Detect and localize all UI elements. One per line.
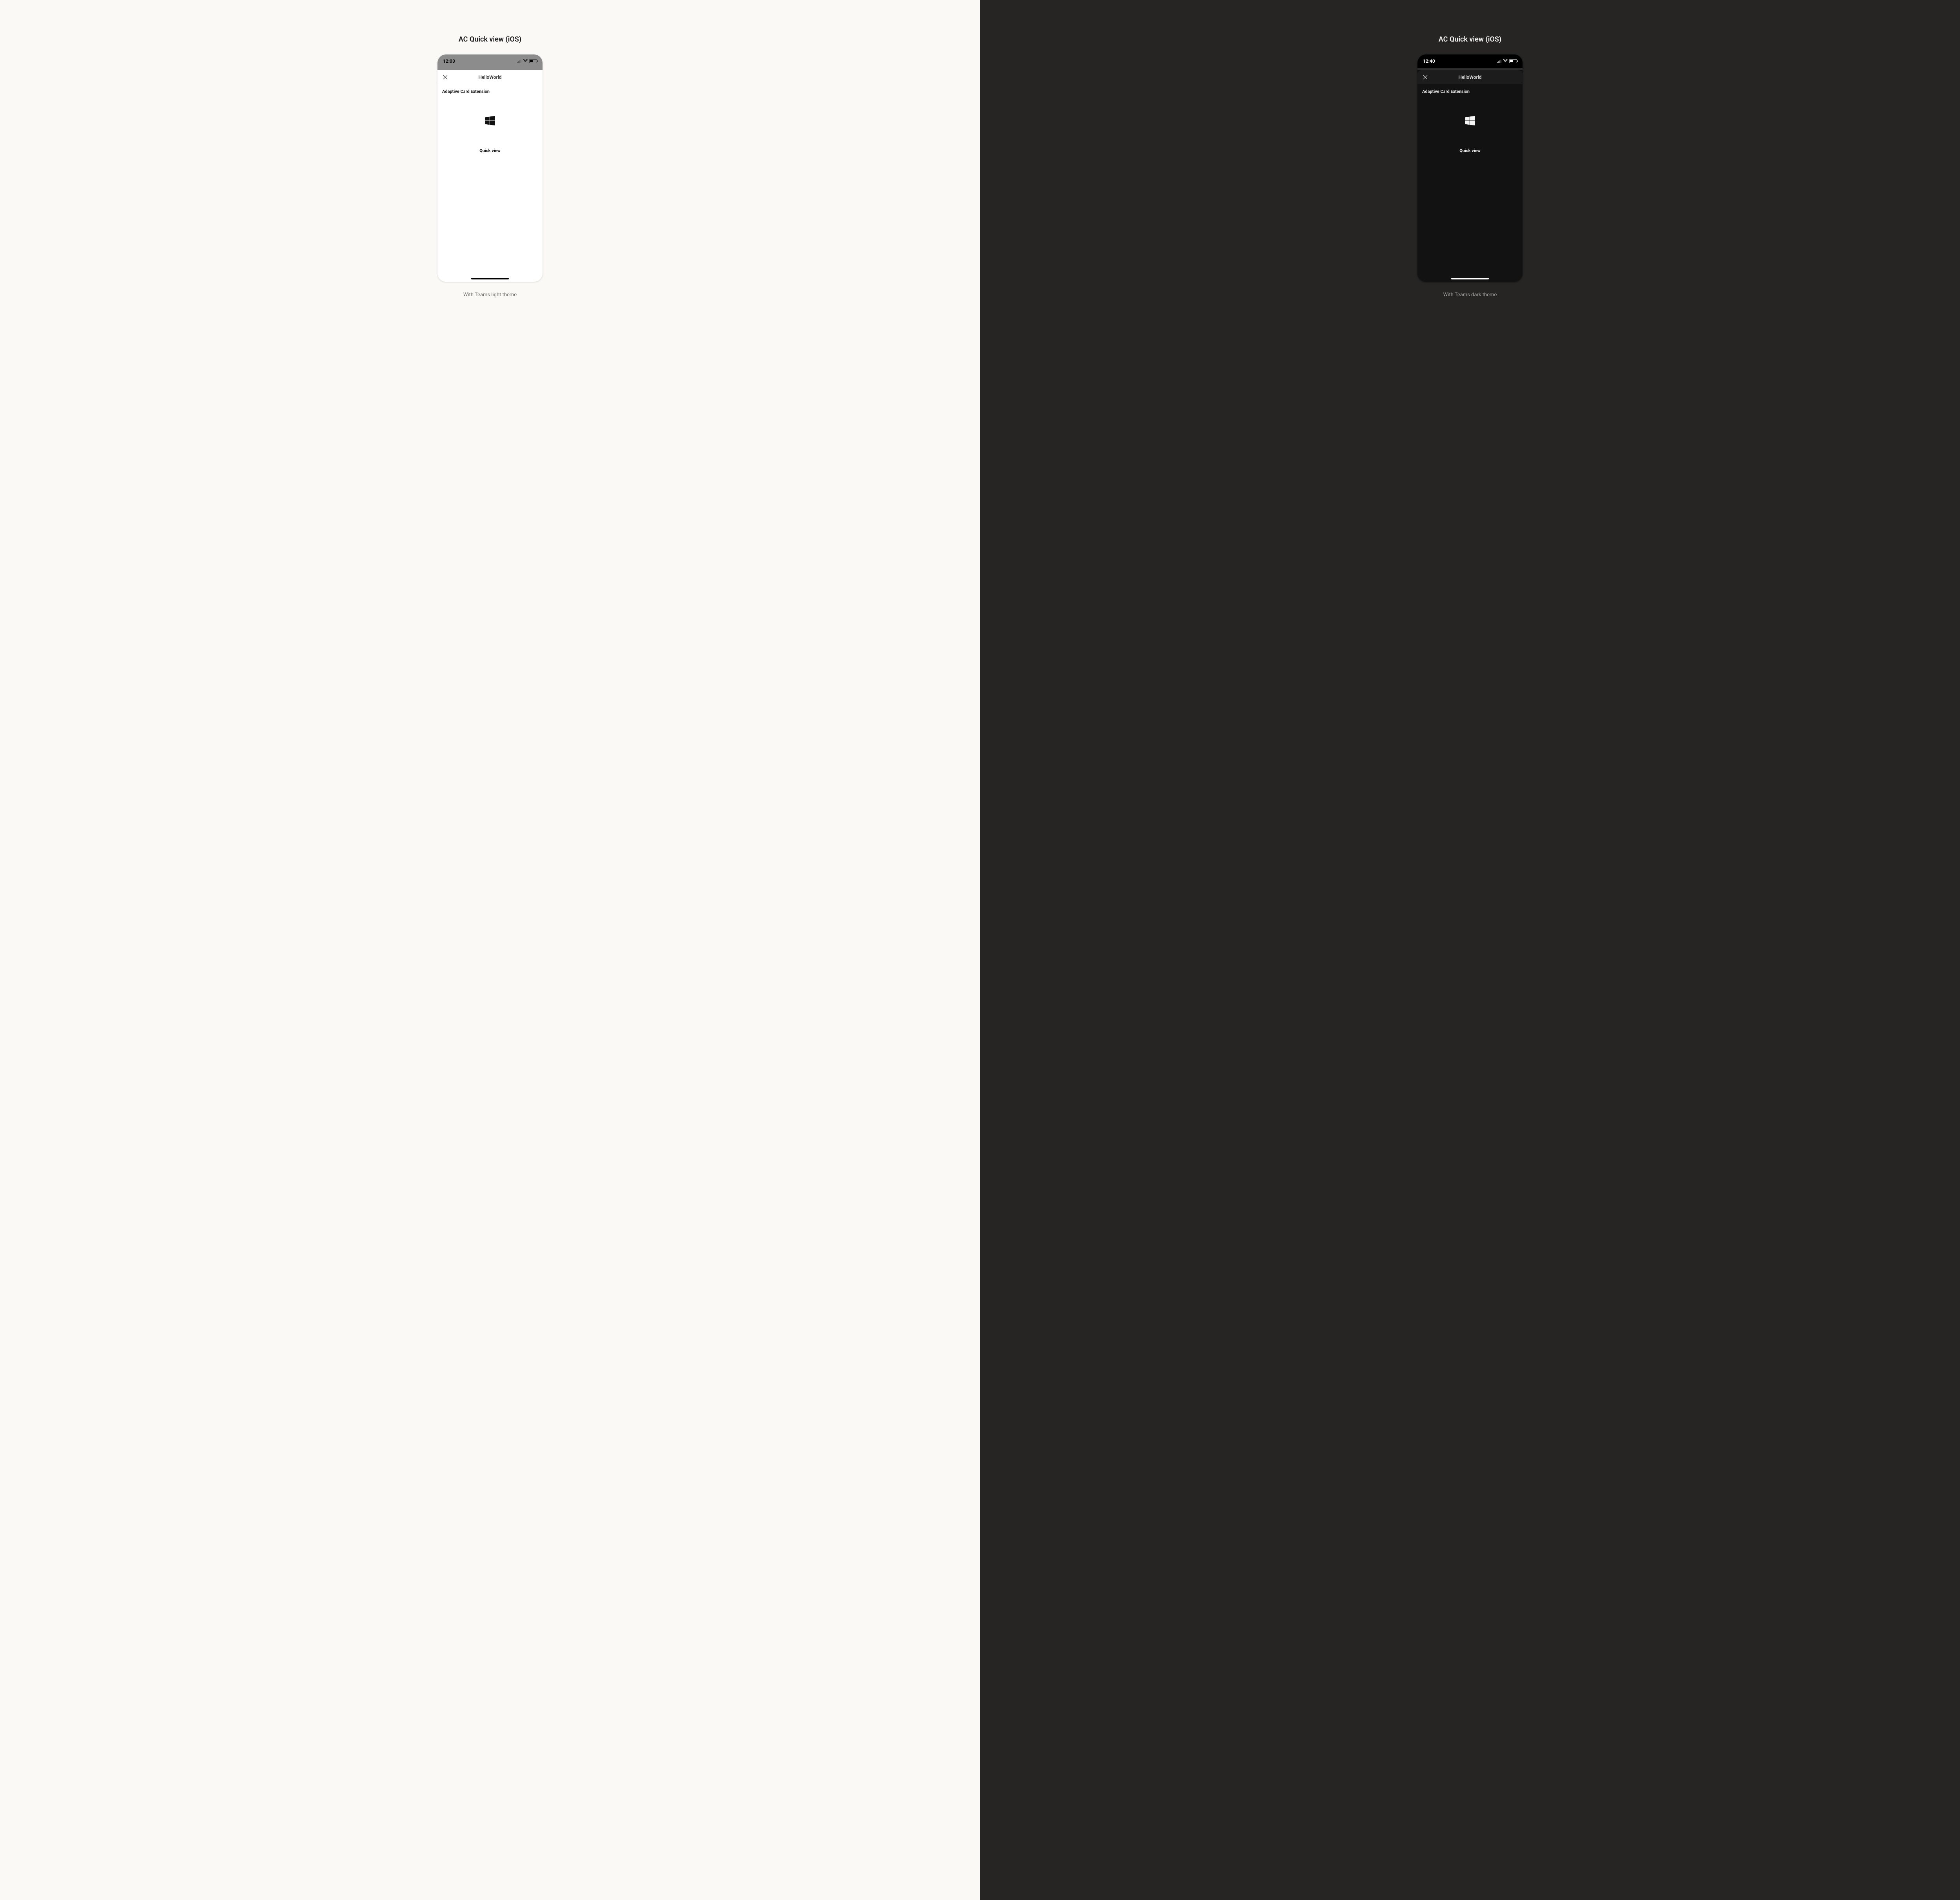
close-button[interactable]	[1421, 73, 1429, 81]
wifi-icon	[1503, 58, 1508, 64]
sheet-content: Adaptive Card Extension Quick view	[437, 84, 543, 282]
sheet-title: HelloWorld	[1458, 74, 1481, 80]
phone-light: 12:03 HelloWorld Adaptive Card Extension…	[437, 54, 543, 282]
sheet-title: HelloWorld	[478, 74, 501, 80]
battery-icon	[529, 59, 537, 63]
quickview-label: Quick view	[1417, 148, 1523, 153]
section-label: Adaptive Card Extension	[437, 84, 543, 94]
cellular-icon	[517, 60, 521, 63]
sheet-header: HelloWorld	[1417, 70, 1523, 84]
status-bar: 12:03	[437, 54, 543, 68]
panel-title-light: AC Quick view (iOS)	[459, 35, 521, 44]
panel-dark: AC Quick view (iOS) 12:40 HelloWorld Ada…	[980, 0, 1960, 1900]
home-indicator[interactable]	[1451, 278, 1489, 279]
quickview-label: Quick view	[437, 148, 543, 153]
close-icon	[443, 74, 448, 80]
section-label: Adaptive Card Extension	[1417, 84, 1523, 94]
panel-title-dark: AC Quick view (iOS)	[1439, 35, 1501, 44]
close-icon	[1423, 74, 1428, 80]
wifi-icon	[523, 58, 528, 64]
panel-light: AC Quick view (iOS) 12:03 HelloWorld Ada…	[0, 0, 980, 1900]
sheet-header: HelloWorld	[437, 70, 543, 84]
status-time: 12:03	[443, 58, 455, 64]
windows-logo-icon	[1465, 116, 1475, 125]
status-icons	[517, 58, 537, 64]
caption-light: With Teams light theme	[463, 292, 517, 298]
home-indicator[interactable]	[471, 278, 509, 279]
cellular-icon	[1497, 60, 1501, 63]
status-bar: 12:40	[1417, 54, 1523, 68]
battery-icon	[1509, 59, 1517, 63]
sheet-content: Adaptive Card Extension Quick view	[1417, 84, 1523, 282]
status-time: 12:40	[1423, 58, 1435, 64]
caption-dark: With Teams dark theme	[1443, 292, 1497, 298]
status-icons	[1497, 58, 1517, 64]
windows-logo-icon	[485, 116, 495, 125]
close-button[interactable]	[441, 73, 449, 81]
phone-dark: 12:40 HelloWorld Adaptive Card Extension…	[1417, 54, 1523, 282]
